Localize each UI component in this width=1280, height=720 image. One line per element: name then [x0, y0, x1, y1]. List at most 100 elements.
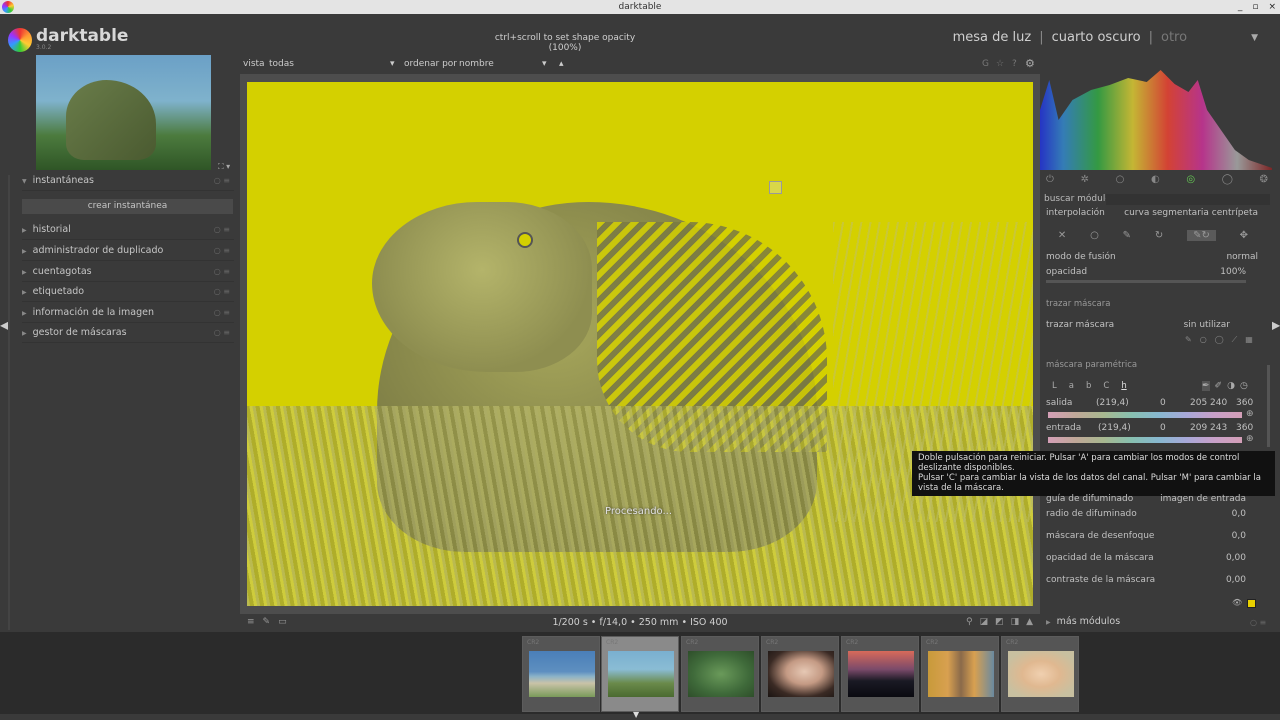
correct-icon[interactable]: ◯	[1222, 174, 1233, 185]
blend-parametric-icon[interactable]: ↻	[1155, 230, 1163, 241]
blend-mode-value[interactable]: normal	[1226, 252, 1258, 262]
reset-icon[interactable]: ◷	[1240, 381, 1248, 391]
display-mask-toggle[interactable]	[1247, 599, 1256, 608]
search-module-input[interactable]	[1106, 194, 1270, 205]
channel-a[interactable]: a	[1069, 381, 1074, 391]
opacity-row[interactable]: opacidad 100%	[1046, 267, 1258, 277]
right-panel-scrollbar[interactable]	[1267, 365, 1270, 447]
interpolation-value[interactable]: curva segmentaria centrípeta	[1124, 208, 1258, 218]
output-row[interactable]: salida (219,4) 0 205 240 360	[1046, 398, 1258, 408]
feather-guide-value[interactable]: imagen de entrada	[1160, 494, 1246, 504]
module-controls-icon[interactable]: ○ ≡	[214, 303, 230, 323]
blend-drawn-parametric-icon[interactable]: ✎↻	[1187, 230, 1216, 241]
softproof-icon[interactable]: ◪	[980, 617, 989, 627]
view-filter-dropdown[interactable]: todas	[269, 59, 294, 69]
output-gradient-slider[interactable]	[1048, 412, 1242, 418]
tone-icon[interactable]: ◐	[1151, 174, 1160, 185]
interpolation-row[interactable]: interpolación curva segmentaria centrípet…	[1046, 208, 1258, 218]
raw-overexposed-icon[interactable]: ▲	[1026, 617, 1033, 627]
invert-icon[interactable]: ◑	[1227, 381, 1235, 391]
shape-handle[interactable]	[769, 181, 782, 194]
close-button[interactable]: ×	[1268, 0, 1276, 14]
module-controls-icon[interactable]: ○ ≡	[214, 220, 230, 240]
maximize-button[interactable]: ▫	[1252, 0, 1258, 14]
picker-icon[interactable]: ✒	[1202, 381, 1210, 391]
mask-opacity-row[interactable]: opacidad de la máscara 0,00	[1046, 553, 1258, 563]
sort-dropdown[interactable]: nombre	[459, 59, 494, 69]
grouping-icon[interactable]: G	[982, 59, 989, 69]
gamut-icon[interactable]: ◩	[995, 617, 1004, 627]
sort-order-icon[interactable]: ▴	[559, 59, 564, 69]
overexposed-icon[interactable]: ◨	[1011, 617, 1020, 627]
feather-radius-row[interactable]: radio de difuminado 0,0	[1046, 509, 1258, 519]
filmstrip-item[interactable]: CR2	[601, 636, 679, 712]
navigation-thumbnail[interactable]	[36, 55, 211, 170]
module-controls-icon[interactable]: ○ ≡	[214, 282, 230, 302]
favorites-icon[interactable]: ✲	[1081, 174, 1089, 185]
location-icon[interactable]: ⚲	[966, 617, 973, 627]
channel-b[interactable]: b	[1086, 381, 1091, 391]
gear-icon[interactable]: ⚙	[1025, 57, 1035, 70]
filmstrip-item[interactable]: CR2	[522, 636, 600, 712]
chevron-down-icon[interactable]: ▾	[542, 59, 547, 69]
help-icon[interactable]: ?	[1012, 59, 1017, 69]
effect-icon[interactable]: ❂	[1260, 174, 1268, 185]
view-lighttable[interactable]: mesa de luz	[953, 30, 1032, 45]
histogram[interactable]	[1040, 56, 1272, 170]
color-icon[interactable]: ◎	[1186, 174, 1195, 185]
gradient-icon[interactable]: ▦	[1245, 335, 1253, 345]
feather-guide-row[interactable]: guía de difuminado imagen de entrada	[1046, 494, 1258, 504]
module-controls-icon[interactable]: ○ ≡	[214, 171, 230, 191]
filmstrip-item[interactable]: CR2	[841, 636, 919, 712]
blend-off-icon[interactable]: ✕	[1058, 230, 1066, 241]
eye-icon[interactable]: 👁	[1232, 598, 1242, 607]
mask-manager-header[interactable]: ▶ gestor de máscaras ○ ≡	[22, 323, 234, 343]
blend-mode-row[interactable]: modo de fusión normal	[1046, 252, 1258, 262]
add-icon[interactable]: ⊕	[1246, 409, 1254, 419]
view-darkroom[interactable]: cuarto oscuro	[1052, 30, 1141, 45]
input-row[interactable]: entrada (219,4) 0 209 243 360	[1046, 423, 1258, 433]
path-icon[interactable]: ⟋	[1232, 335, 1238, 345]
image-canvas[interactable]	[247, 82, 1033, 606]
filmstrip-item[interactable]: CR2	[921, 636, 999, 712]
chevron-down-icon[interactable]: ▼	[1251, 33, 1258, 43]
image-info-header[interactable]: ▶ información de la imagen ○ ≡	[22, 303, 234, 323]
power-icon[interactable]: ⏻	[1046, 174, 1054, 185]
channel-L[interactable]: L	[1052, 381, 1057, 391]
add-icon[interactable]: ⊕	[1246, 434, 1254, 444]
star-icon[interactable]: ☆	[996, 59, 1004, 69]
module-controls-icon[interactable]: ○ ≡	[1250, 618, 1266, 627]
history-header[interactable]: ▶ historial ○ ≡	[22, 220, 234, 240]
circle-icon[interactable]: ○	[1200, 335, 1207, 345]
module-controls-icon[interactable]: ○ ≡	[214, 241, 230, 261]
create-snapshot-button[interactable]: crear instantánea	[22, 199, 233, 214]
color-picker-header[interactable]: ▶ cuentagotas ○ ≡	[22, 262, 234, 282]
filmstrip-item[interactable]: CR2	[681, 636, 759, 712]
left-panel-scrollbar[interactable]	[8, 175, 10, 630]
bottom-panel-toggle-icon[interactable]: ▼	[633, 710, 639, 719]
view-other[interactable]: otro	[1161, 30, 1187, 45]
brush-icon[interactable]: ✎	[1185, 335, 1192, 345]
picker-set-icon[interactable]: ✐	[1215, 381, 1223, 391]
blend-raster-icon[interactable]: ✥	[1240, 230, 1248, 241]
mask-contrast-row[interactable]: contraste de la máscara 0,00	[1046, 575, 1258, 585]
draw-mask-row[interactable]: trazar máscara sin utilizar	[1046, 320, 1258, 330]
snapshots-header[interactable]: ▼ instantáneas ○ ≡	[22, 171, 234, 191]
minimize-button[interactable]: _	[1238, 0, 1243, 14]
filmstrip-item[interactable]: CR2	[1001, 636, 1079, 712]
ellipse-icon[interactable]: ◯	[1215, 335, 1224, 345]
channel-C[interactable]: C	[1103, 381, 1109, 391]
right-panel-toggle-icon[interactable]: ▶	[1271, 318, 1280, 332]
duplicate-manager-header[interactable]: ▶ administrador de duplicado ○ ≡	[22, 241, 234, 261]
channel-h[interactable]: h	[1121, 381, 1126, 391]
input-gradient-slider[interactable]	[1048, 437, 1242, 443]
more-modules[interactable]: ▶ más módulos	[1046, 616, 1120, 627]
blur-mask-row[interactable]: máscara de desenfoque 0,0	[1046, 531, 1258, 541]
chevron-down-icon[interactable]: ▾	[390, 59, 395, 69]
base-icon[interactable]: ○	[1116, 174, 1125, 185]
blend-uniform-icon[interactable]: ○	[1090, 230, 1099, 241]
opacity-slider[interactable]	[1046, 280, 1246, 283]
module-controls-icon[interactable]: ○ ≡	[214, 323, 230, 343]
blend-drawn-icon[interactable]: ✎	[1123, 230, 1131, 241]
tagging-header[interactable]: ▶ etiquetado ○ ≡	[22, 282, 234, 302]
